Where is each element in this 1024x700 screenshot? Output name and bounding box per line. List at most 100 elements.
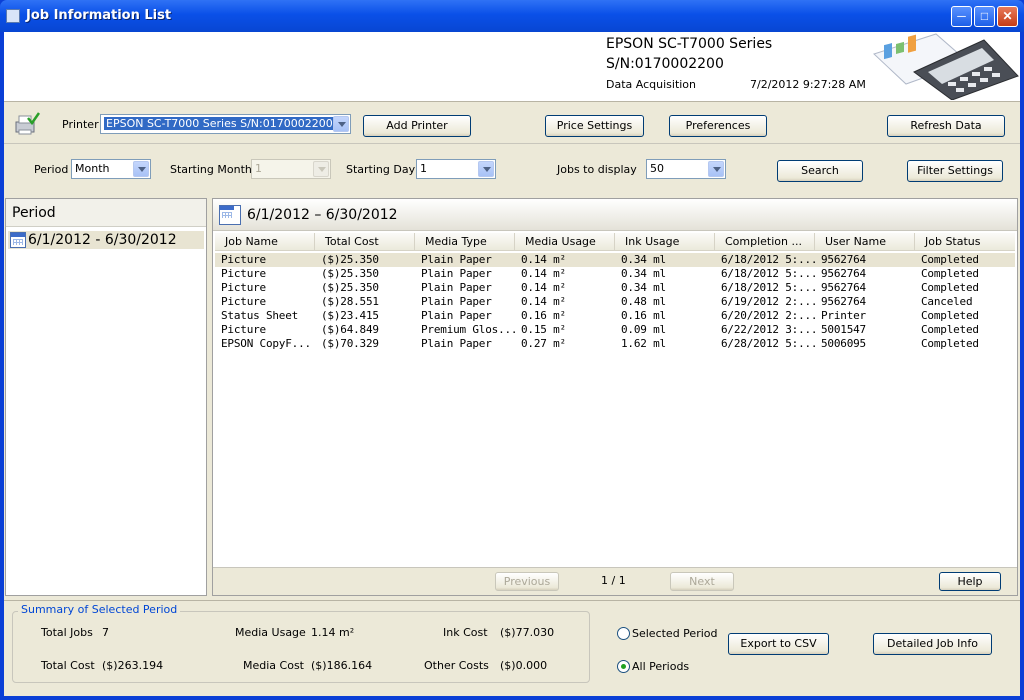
column-header-media-type[interactable]: Media Type [415,233,515,251]
add-printer-button[interactable]: Add Printer [363,115,471,137]
detailed-job-info-button[interactable]: Detailed Job Info [873,633,992,655]
column-header-total-cost[interactable]: Total Cost [315,233,415,251]
minimize-button[interactable]: ─ [951,6,972,27]
close-button[interactable]: ✕ [997,6,1018,27]
cell-total-cost: ($)28.551 [321,295,379,308]
cell-job-status: Completed [921,309,979,322]
summary-legend: Summary of Selected Period [18,603,181,616]
cell-completion: 6/19/2012 2:... [721,295,815,308]
total-cost-value: ($)263.194 [102,659,164,672]
cell-job-name: Picture [221,281,266,294]
period-select[interactable]: Month [71,159,151,179]
cell-user-name: 5006095 [821,337,866,350]
other-costs-label: Other Costs [424,659,489,672]
starting-day-value: 1 [420,162,427,175]
chevron-down-icon[interactable] [313,161,329,177]
all-periods-radio[interactable] [617,660,630,673]
cell-job-status: Completed [921,323,979,336]
toolbar-divider [4,143,1020,144]
cell-completion: 6/22/2012 3:... [721,323,815,336]
printer-check-icon [15,112,40,135]
cell-ink-usage: 1.62 ml [621,337,666,350]
help-button[interactable]: Help [939,572,1001,591]
jobs-to-display-select[interactable]: 50 [646,159,726,179]
cell-job-status: Completed [921,281,979,294]
cell-total-cost: ($)23.415 [321,309,379,322]
printer-select[interactable]: EPSON SC-T7000 Series S/N:0170002200 [100,114,351,134]
page-indicator: 1 / 1 [601,574,626,587]
cell-job-status: Completed [921,337,979,350]
cell-user-name: 9562764 [821,253,866,266]
cell-ink-usage: 0.34 ml [621,267,666,280]
cell-job-name: Status Sheet [221,309,299,322]
previous-button[interactable]: Previous [495,572,559,591]
selected-period-radio[interactable] [617,627,630,640]
all-periods-label[interactable]: All Periods [632,660,689,673]
starting-month-value: 1 [255,162,262,175]
cell-completion: 6/18/2012 5:... [721,281,815,294]
next-button[interactable]: Next [670,572,734,591]
app-icon [6,9,20,23]
printer-label: Printer [62,118,99,131]
table-row[interactable]: Status Sheet ($)23.415 Plain Paper 0.16 m² 0… [215,309,1015,323]
table-row[interactable]: Picture ($)64.849 Premium Glos... 0.15 m² 0.… [215,323,1015,337]
cell-ink-usage: 0.34 ml [621,253,666,266]
column-header-job-name[interactable]: Job Name [215,233,315,251]
refresh-data-button[interactable]: Refresh Data [887,115,1005,137]
cell-completion: 6/18/2012 5:... [721,253,815,266]
starting-day-select[interactable]: 1 [416,159,496,179]
cell-job-name: Picture [221,295,266,308]
acquisition-label: Data Acquisition [606,78,697,91]
cell-completion: 6/18/2012 5:... [721,267,815,280]
cell-job-status: Completed [921,253,979,266]
maximize-button[interactable]: □ [974,6,995,27]
cell-total-cost: ($)64.849 [321,323,379,336]
column-header-ink-usage[interactable]: Ink Usage [615,233,715,251]
cell-media-type: Plain Paper [421,281,492,294]
period-list-item[interactable]: 6/1/2012 - 6/30/2012 [8,231,204,249]
cell-total-cost: ($)25.350 [321,267,379,280]
chevron-down-icon[interactable] [478,161,494,177]
table-row[interactable]: Picture ($)28.551 Plain Paper 0.14 m² 0.48 m… [215,295,1015,309]
table-row[interactable]: Picture ($)25.350 Plain Paper 0.14 m² 0.34 m… [215,267,1015,281]
column-header-completion[interactable]: Completion ... [715,233,815,251]
close-icon: ✕ [1002,9,1013,23]
chevron-down-icon[interactable] [333,116,349,132]
cell-media-usage: 0.14 m² [521,253,566,266]
cell-job-name: Picture [221,267,266,280]
selected-period-label[interactable]: Selected Period [632,627,717,640]
price-settings-button[interactable]: Price Settings [545,115,644,137]
column-header-job-status[interactable]: Job Status [915,233,1015,251]
table-row[interactable]: Picture ($)25.350 Plain Paper 0.14 m² 0.34 m… [215,253,1015,267]
cell-ink-usage: 0.09 ml [621,323,666,336]
cell-completion: 6/20/2012 2:... [721,309,815,322]
cell-media-type: Plain Paper [421,267,492,280]
chevron-down-icon[interactable] [708,161,724,177]
table-row[interactable]: Picture ($)25.350 Plain Paper 0.14 m² 0.34 m… [215,281,1015,295]
cell-media-type: Plain Paper [421,337,492,350]
cell-completion: 6/28/2012 5:... [721,337,815,350]
cell-media-usage: 0.27 m² [521,337,566,350]
filter-settings-button[interactable]: Filter Settings [907,160,1003,182]
table-header: Job Name Total Cost Media Type Media Usa… [215,233,1015,251]
column-header-media-usage[interactable]: Media Usage [515,233,615,251]
chevron-down-icon[interactable] [133,161,149,177]
period-pane: Period 6/1/2012 - 6/30/2012 [5,198,207,596]
preferences-button[interactable]: Preferences [669,115,767,137]
ink-cost-value: ($)77.030 [500,626,555,639]
period-item-label: 6/1/2012 - 6/30/2012 [28,232,177,248]
cell-job-status: Canceled [921,295,973,308]
cell-job-status: Completed [921,267,979,280]
bottom-panel: Total Jobs 7 Media Usage 1.14 m² Ink Cos… [4,600,1020,696]
window-title: Job Information List [26,8,172,23]
printer-model: EPSON SC-T7000 Series [606,36,773,52]
column-header-user-name[interactable]: User Name [815,233,915,251]
table-row[interactable]: EPSON CopyF... ($)70.329 Plain Paper 0.27 m… [215,337,1015,351]
cell-ink-usage: 0.48 ml [621,295,666,308]
search-button[interactable]: Search [777,160,863,182]
starting-month-select[interactable]: 1 [251,159,331,179]
calculator-illustration-icon [873,33,1019,100]
export-csv-button[interactable]: Export to CSV [728,633,829,655]
cell-media-usage: 0.14 m² [521,281,566,294]
title-bar[interactable]: Job Information List ─ □ ✕ [0,0,1024,32]
